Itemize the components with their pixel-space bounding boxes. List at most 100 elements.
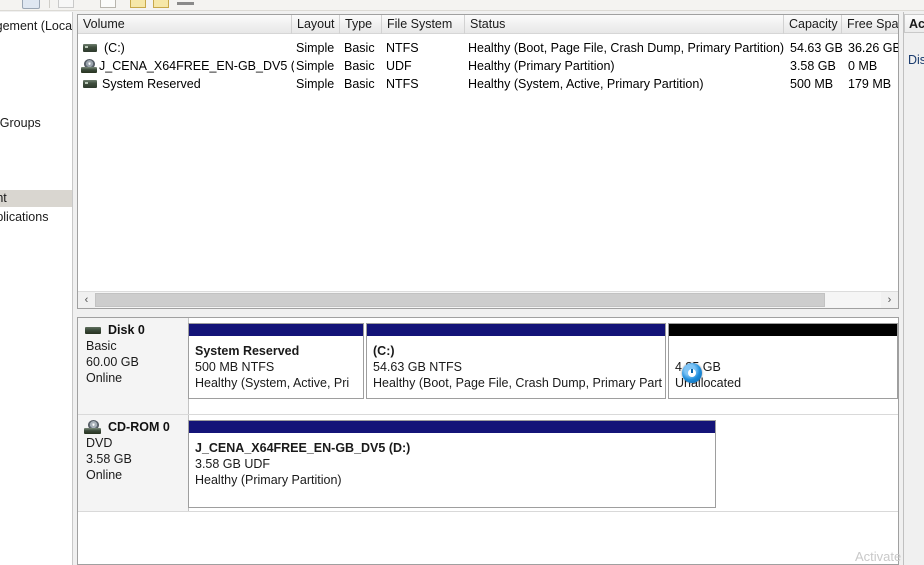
cd-rom-icon bbox=[84, 420, 101, 434]
partition-size-fs: 4.85 GB bbox=[675, 360, 721, 374]
actions-pane[interactable]: Actions Disk Management bbox=[903, 12, 924, 565]
table-row[interactable]: J_CENA_X64FREE_EN-GB_DV5 (D:) Simple Bas… bbox=[78, 57, 898, 75]
partition-color-bar bbox=[189, 421, 715, 434]
disk-info-cdrom-0[interactable]: CD-ROM 0 DVD 3.58 GB Online bbox=[78, 415, 189, 511]
cell-status: Healthy (System, Active, Primary Partiti… bbox=[468, 77, 704, 91]
cd-rom-icon bbox=[81, 59, 97, 73]
disk-size: 60.00 GB bbox=[86, 355, 139, 369]
sidebar-item-event-viewer[interactable]: Event Viewer bbox=[0, 77, 72, 94]
column-header-free-space[interactable]: Free Spa bbox=[842, 15, 898, 34]
partition-status: Healthy (Boot, Page File, Crash Dump, Pr… bbox=[373, 376, 662, 390]
disk-management-content: Volume Layout Type File System Status Ca… bbox=[74, 12, 901, 565]
dash-icon[interactable] bbox=[177, 2, 194, 5]
disk-size: 3.58 GB bbox=[86, 452, 132, 466]
partition-status: Healthy (Primary Partition) bbox=[195, 473, 342, 487]
column-header-type[interactable]: Type bbox=[340, 15, 382, 34]
partition-color-bar bbox=[367, 324, 665, 337]
partition-size-fs: 3.58 GB UDF bbox=[195, 457, 271, 471]
disk-kind: DVD bbox=[86, 436, 113, 450]
sidebar-item-performance[interactable]: Performance bbox=[0, 134, 72, 151]
cell-layout: Simple bbox=[296, 59, 335, 73]
cell-volume: (C:) bbox=[104, 41, 125, 55]
hard-disk-icon bbox=[83, 80, 97, 88]
scrollbar-thumb[interactable] bbox=[95, 293, 825, 307]
volume-list-view[interactable]: Volume Layout Type File System Status Ca… bbox=[77, 14, 899, 309]
cell-capacity: 3.58 GB bbox=[790, 59, 836, 73]
partition-status: Unallocated bbox=[675, 376, 742, 390]
console-tree-pane[interactable]: Computer Management (Local Task Schedule… bbox=[0, 12, 73, 565]
cell-volume: System Reserved bbox=[102, 77, 201, 91]
toolbar-separator bbox=[49, 0, 50, 8]
disk-kind: Basic bbox=[86, 339, 117, 353]
column-header-status[interactable]: Status bbox=[465, 15, 784, 34]
cell-layout: Simple bbox=[296, 77, 335, 91]
partition-status: Healthy (System, Active, Pri bbox=[195, 376, 350, 390]
column-header-layout[interactable]: Layout bbox=[292, 15, 340, 34]
partition-name: J_CENA_X64FREE_EN-GB_DV5 (D:) bbox=[195, 441, 411, 455]
actions-item-disk-management[interactable]: Disk Management bbox=[908, 52, 924, 69]
actions-pane-header: Actions bbox=[904, 14, 924, 33]
scroll-right-arrow-icon[interactable]: › bbox=[881, 292, 898, 308]
disk-row-cdrom-0[interactable]: CD-ROM 0 DVD 3.58 GB Online J_CENA_X64FR… bbox=[78, 415, 898, 512]
sidebar-item-label: Disk Management bbox=[0, 191, 7, 205]
cell-type: Basic bbox=[344, 77, 375, 91]
cell-status: Healthy (Primary Partition) bbox=[468, 59, 615, 73]
pencil-icon[interactable] bbox=[58, 0, 74, 8]
column-header-file-system[interactable]: File System bbox=[382, 15, 465, 34]
sidebar-item-task-scheduler[interactable]: Task Scheduler bbox=[0, 58, 72, 75]
cell-free-space: 179 MB bbox=[848, 77, 892, 91]
activation-watermark: Activate bbox=[855, 549, 902, 564]
sidebar-item-label: Computer Management (Local bbox=[0, 19, 73, 33]
scroll-left-arrow-icon[interactable]: ‹ bbox=[78, 292, 95, 308]
cell-type: Basic bbox=[344, 41, 375, 55]
disk-name: Disk 0 bbox=[108, 323, 145, 337]
cell-type: Basic bbox=[344, 59, 375, 73]
partition-name: System Reserved bbox=[195, 344, 300, 358]
scrollbar-track[interactable] bbox=[95, 292, 881, 308]
hard-disk-icon bbox=[85, 327, 101, 334]
sidebar-item-shared-folders[interactable]: Shared Folders bbox=[0, 96, 72, 113]
graphical-disk-view[interactable]: Disk 0 Basic 60.00 GB Online System Rese… bbox=[77, 317, 899, 565]
partition-size-fs: 54.63 GB NTFS bbox=[373, 360, 462, 374]
toolbar bbox=[0, 0, 924, 11]
cell-status: Healthy (Boot, Page File, Crash Dump, Pr… bbox=[468, 41, 784, 55]
partition-color-bar bbox=[669, 324, 897, 337]
column-header-capacity[interactable]: Capacity bbox=[784, 15, 842, 34]
disk-row-disk-0[interactable]: Disk 0 Basic 60.00 GB Online System Rese… bbox=[78, 318, 898, 415]
page-icon[interactable] bbox=[100, 0, 116, 8]
disk-yellow-icon[interactable] bbox=[153, 0, 169, 8]
sidebar-item-label: Services and Applications bbox=[0, 210, 49, 224]
disk-green-icon[interactable] bbox=[130, 0, 146, 8]
partition-system-reserved[interactable]: System Reserved 500 MB NTFS Healthy (Sys… bbox=[188, 323, 364, 399]
sidebar-item-services-and-applications[interactable]: Services and Applications bbox=[0, 209, 72, 226]
computer-management-window: Computer Management (Local Task Schedule… bbox=[0, 0, 924, 565]
cell-capacity: 500 MB bbox=[790, 77, 834, 91]
window-icon[interactable] bbox=[22, 0, 40, 9]
disk-state: Online bbox=[86, 468, 123, 482]
cell-free-space: 36.26 GB bbox=[848, 41, 899, 55]
sidebar-item-local-users-and-groups[interactable]: Local Users and Groups bbox=[0, 115, 72, 132]
cell-free-space: 0 MB bbox=[848, 59, 878, 73]
sidebar-item-disk-management[interactable]: Disk Management bbox=[0, 190, 72, 207]
sidebar-item-label: Local Users and Groups bbox=[0, 116, 41, 130]
column-header-volume[interactable]: Volume bbox=[78, 15, 292, 34]
cell-file-system: NTFS bbox=[386, 41, 419, 55]
table-row[interactable]: (C:) Simple Basic NTFS Healthy (Boot, Pa… bbox=[78, 39, 899, 57]
disk-state: Online bbox=[86, 371, 123, 385]
partition-c-drive[interactable]: (C:) 54.63 GB NTFS Healthy (Boot, Page F… bbox=[366, 323, 666, 399]
cell-file-system: UDF bbox=[386, 59, 412, 73]
partition-size-fs: 500 MB NTFS bbox=[195, 360, 275, 374]
sidebar-item-device-manager[interactable]: Device Manager bbox=[0, 153, 72, 170]
partition-dvd-drive[interactable]: J_CENA_X64FREE_EN-GB_DV5 (D:) 3.58 GB UD… bbox=[188, 420, 716, 508]
partition-unallocated[interactable]: 4.85 GB Unallocated bbox=[668, 323, 898, 399]
disk-info-disk-0[interactable]: Disk 0 Basic 60.00 GB Online bbox=[78, 318, 189, 414]
cell-layout: Simple bbox=[296, 41, 335, 55]
sidebar-item-computer-management[interactable]: Computer Management (Local bbox=[0, 18, 72, 35]
horizontal-scrollbar[interactable]: ‹ › bbox=[78, 291, 898, 308]
volume-list-header: Volume Layout Type File System Status Ca… bbox=[78, 15, 898, 34]
hard-disk-icon bbox=[83, 44, 97, 52]
cell-capacity: 54.63 GB bbox=[790, 41, 843, 55]
table-row[interactable]: System Reserved Simple Basic NTFS Health… bbox=[78, 75, 898, 93]
cell-file-system: NTFS bbox=[386, 77, 419, 91]
disk-name: CD-ROM 0 bbox=[108, 420, 170, 434]
